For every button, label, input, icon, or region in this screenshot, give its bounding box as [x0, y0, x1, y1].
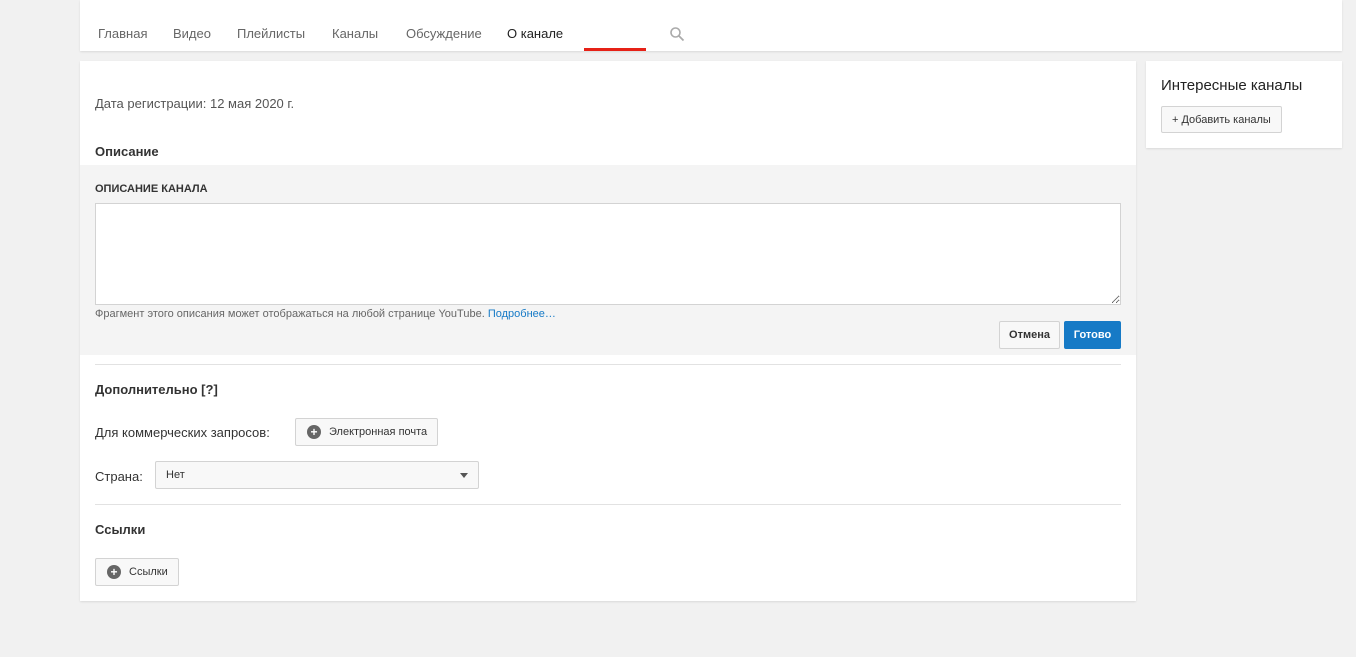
- dropdown-caret-icon: [460, 472, 468, 478]
- channel-tab-bar: Главная Видео Плейлисты Каналы Обсуждени…: [80, 0, 1342, 51]
- registration-date: Дата регистрации: 12 мая 2020 г.: [95, 96, 295, 111]
- tab-discussion[interactable]: Обсуждение: [406, 26, 482, 41]
- tab-playlists[interactable]: Плейлисты: [237, 26, 305, 41]
- description-heading: Описание: [95, 144, 159, 159]
- search-icon[interactable]: [669, 26, 685, 42]
- divider: [95, 364, 1121, 365]
- add-email-button[interactable]: + Электронная почта: [295, 418, 439, 446]
- about-panel: Дата регистрации: 12 мая 2020 г. Описани…: [80, 61, 1136, 601]
- country-select[interactable]: Нет: [155, 461, 479, 489]
- business-inquiries-label: Для коммерческих запросов:: [95, 425, 270, 440]
- active-tab-indicator: [584, 48, 646, 51]
- add-links-button[interactable]: + Ссылки: [95, 558, 179, 586]
- plus-circle-icon: +: [307, 425, 321, 439]
- featured-channels-panel: Интересные каналы + Добавить каналы: [1146, 61, 1342, 148]
- country-select-value: Нет: [166, 469, 185, 481]
- description-textarea[interactable]: [95, 203, 1121, 305]
- divider: [95, 504, 1121, 505]
- add-links-label: Ссылки: [129, 566, 168, 578]
- learn-more-link[interactable]: Подробнее…: [488, 308, 556, 320]
- featured-channels-title: Интересные каналы: [1161, 77, 1303, 94]
- description-label: ОПИСАНИЕ КАНАЛА: [95, 183, 208, 195]
- additional-heading: Дополнительно [?]: [95, 382, 218, 397]
- description-hint: Фрагмент этого описания может отображать…: [95, 308, 556, 320]
- tab-videos[interactable]: Видео: [173, 26, 211, 41]
- tab-channels[interactable]: Каналы: [332, 26, 378, 41]
- country-label: Страна:: [95, 469, 143, 484]
- cancel-button[interactable]: Отмена: [999, 321, 1060, 349]
- plus-circle-icon: +: [107, 565, 121, 579]
- tab-about[interactable]: О канале: [507, 26, 563, 41]
- description-editor: ОПИСАНИЕ КАНАЛА Фрагмент этого описания …: [80, 165, 1136, 355]
- done-button[interactable]: Готово: [1064, 321, 1121, 349]
- links-heading: Ссылки: [95, 522, 146, 537]
- add-email-label: Электронная почта: [329, 426, 428, 438]
- tab-home[interactable]: Главная: [98, 26, 147, 41]
- description-hint-text: Фрагмент этого описания может отображать…: [95, 308, 485, 320]
- add-channels-button[interactable]: + Добавить каналы: [1161, 106, 1282, 133]
